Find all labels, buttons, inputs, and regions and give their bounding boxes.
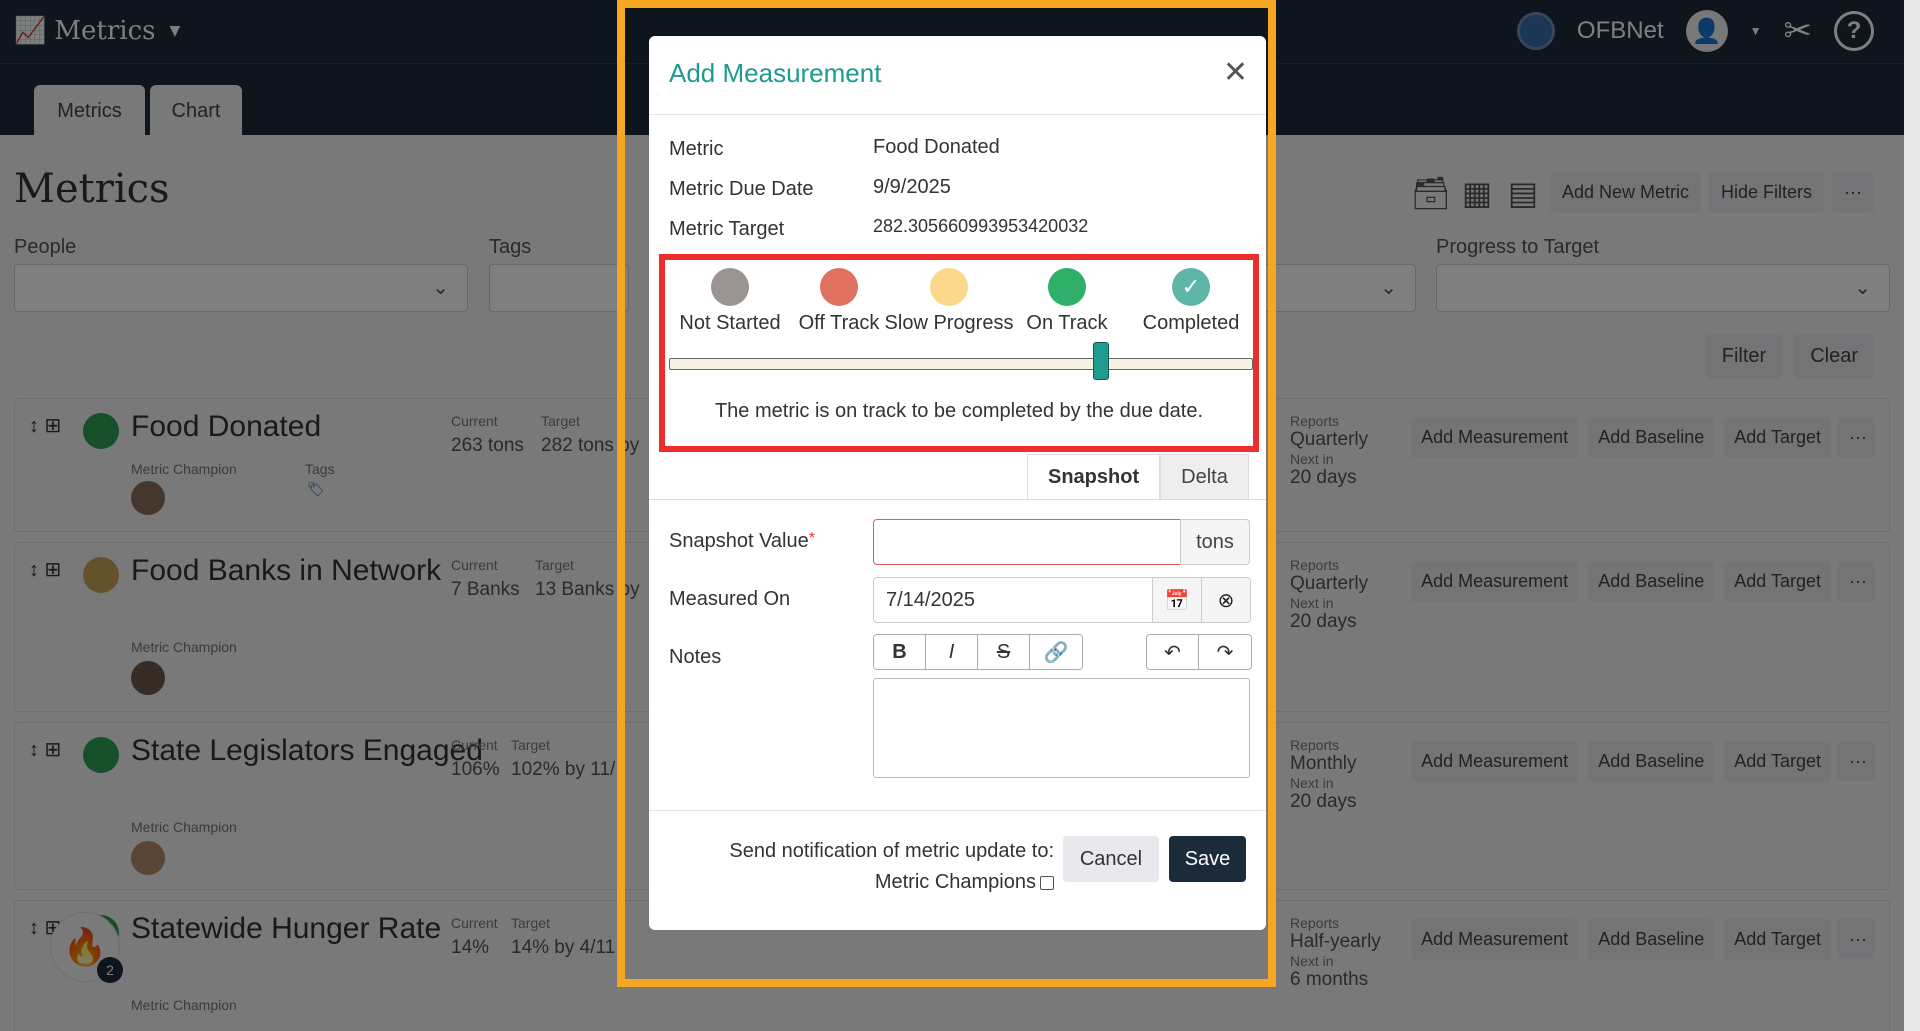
- status-option-completed[interactable]: ✓ Completed: [1121, 268, 1261, 335]
- link-icon[interactable]: 🔗: [1030, 635, 1082, 669]
- notification-option: Send notification of metric update to: M…: [729, 836, 1054, 898]
- italic-icon[interactable]: I: [926, 635, 978, 669]
- notes-label: Notes: [669, 646, 722, 668]
- page-scrollbar[interactable]: [1904, 0, 1920, 1031]
- status-dot: [820, 268, 858, 306]
- save-button[interactable]: Save: [1169, 836, 1246, 882]
- editor-format-toolbar: B I S 🔗: [873, 634, 1083, 670]
- required-marker: *: [808, 530, 815, 547]
- status-dot: [930, 268, 968, 306]
- status-slider-track[interactable]: [669, 358, 1253, 370]
- tab-delta[interactable]: Delta: [1160, 454, 1249, 500]
- cancel-button[interactable]: Cancel: [1063, 836, 1159, 882]
- unit-addon: tons: [1180, 519, 1250, 565]
- metric-label: Metric: [669, 138, 724, 160]
- check-icon: ✓: [1172, 268, 1210, 306]
- modal-header: Add Measurement ✕: [649, 36, 1266, 115]
- status-label: On Track: [1026, 312, 1108, 334]
- metric-target-value: 282.305660993953420032: [873, 216, 1089, 236]
- snapshot-value-label: Snapshot Value*: [669, 530, 815, 553]
- status-dot: [711, 268, 749, 306]
- status-dot: [1048, 268, 1086, 306]
- value-type-tabs: Snapshot Delta: [1027, 454, 1249, 500]
- tab-divider: [649, 499, 1266, 500]
- due-date-label: Metric Due Date: [669, 178, 814, 200]
- add-measurement-modal: Add Measurement ✕ Metric Food Donated Me…: [649, 36, 1266, 930]
- snapshot-value-input[interactable]: [873, 519, 1181, 565]
- footer-divider: [649, 810, 1266, 811]
- clear-date-icon[interactable]: ⊗: [1201, 577, 1251, 623]
- due-date-value: 9/9/2025: [873, 176, 951, 198]
- redo-icon[interactable]: ↷: [1199, 635, 1251, 669]
- editor-history-toolbar: ↶ ↷: [1146, 634, 1252, 670]
- notes-editor[interactable]: [873, 678, 1250, 778]
- calendar-icon[interactable]: 📅: [1152, 577, 1202, 623]
- snapshot-value-label-text: Snapshot Value: [669, 530, 809, 552]
- bold-icon[interactable]: B: [874, 635, 926, 669]
- status-description: The metric is on track to be completed b…: [714, 400, 1204, 422]
- undo-icon[interactable]: ↶: [1147, 635, 1199, 669]
- status-slider-handle[interactable]: [1093, 342, 1110, 380]
- notify-label: Send notification of metric update to:: [729, 840, 1054, 862]
- status-label: Completed: [1142, 312, 1240, 334]
- measured-on-input[interactable]: 7/14/2025: [873, 577, 1153, 623]
- modal-title: Add Measurement: [669, 58, 882, 88]
- status-option-on-track[interactable]: On Track: [997, 268, 1137, 335]
- metric-target-label: Metric Target: [669, 218, 785, 240]
- tab-snapshot[interactable]: Snapshot: [1027, 454, 1161, 500]
- measured-on-label: Measured On: [669, 588, 791, 610]
- notify-champions-checkbox[interactable]: [1040, 875, 1054, 890]
- metric-value: Food Donated: [873, 136, 1000, 158]
- notify-champions-label: Metric Champions: [874, 871, 1036, 893]
- close-icon[interactable]: ✕: [1223, 58, 1248, 88]
- strikethrough-icon[interactable]: S: [978, 635, 1030, 669]
